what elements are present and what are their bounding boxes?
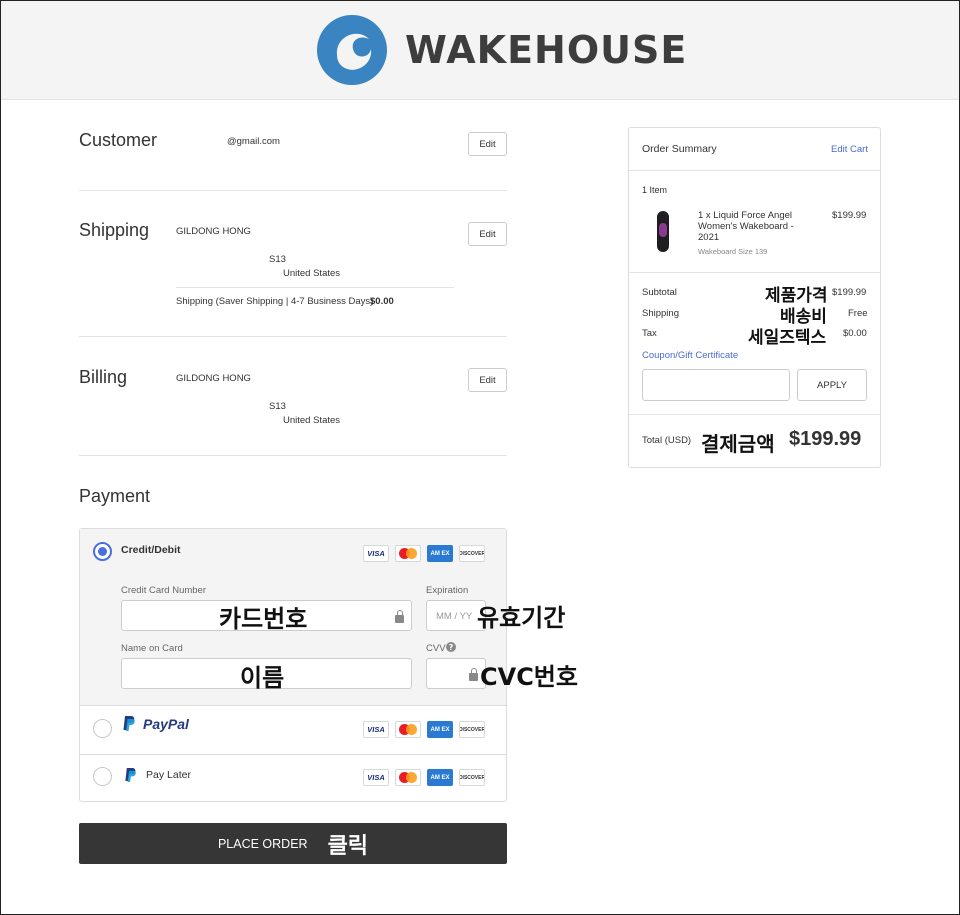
annotation-expiration: 유효기간 xyxy=(477,604,566,632)
expiration-label: Expiration xyxy=(426,585,469,596)
amex-icon: AM EX xyxy=(427,545,453,562)
credit-debit-option: Credit/Debit VISA AM EX DISCOVER Credit … xyxy=(80,529,506,706)
divider xyxy=(629,170,880,171)
shipping-method-price: $0.00 xyxy=(370,296,394,307)
mastercard-icon xyxy=(395,769,421,786)
divider xyxy=(176,287,454,288)
checkout-page: WAKEHOUSE Customer @gmail.com Edit Shipp… xyxy=(0,0,960,915)
divider xyxy=(80,754,506,755)
shipping-method: Shipping (Saver Shipping | 4-7 Business … xyxy=(176,296,374,307)
paypal-radio[interactable] xyxy=(93,719,112,738)
divider xyxy=(79,190,507,191)
cvv-input[interactable] xyxy=(426,658,486,689)
mastercard-icon xyxy=(395,721,421,738)
subtotal-value: $199.99 xyxy=(832,287,867,298)
billing-address: S13 xyxy=(269,401,286,412)
discover-icon: DISCOVER xyxy=(459,769,485,786)
item-price: $199.99 xyxy=(832,210,867,221)
credit-debit-radio[interactable] xyxy=(93,542,112,561)
wave-logo-icon[interactable] xyxy=(317,15,387,85)
billing-edit-button[interactable]: Edit xyxy=(468,368,507,392)
customer-email: @gmail.com xyxy=(227,136,280,147)
coupon-link[interactable]: Coupon/Gift Certificate xyxy=(642,350,738,361)
shipping-address: S13 xyxy=(269,254,286,265)
annotation-total: 결제금액 xyxy=(701,432,775,456)
paypal-logo-icon xyxy=(122,715,136,732)
brand-name[interactable]: WAKEHOUSE xyxy=(405,28,687,72)
apply-button[interactable]: APPLY xyxy=(797,369,867,401)
visa-icon: VISA xyxy=(363,769,389,786)
summary-title: Order Summary xyxy=(642,143,717,155)
paylater-label[interactable]: Pay Later xyxy=(146,769,191,781)
visa-icon: VISA xyxy=(363,545,389,562)
subtotal-label: Subtotal xyxy=(642,287,677,298)
place-order-button[interactable]: PLACE ORDER 클릭 xyxy=(79,823,507,864)
tax-value: $0.00 xyxy=(843,328,867,339)
amex-icon: AM EX xyxy=(427,769,453,786)
name-on-card-label: Name on Card xyxy=(121,643,183,654)
shipping-label: Shipping xyxy=(642,308,679,319)
paylater-radio[interactable] xyxy=(93,767,112,786)
discover-icon: DISCOVER xyxy=(459,545,485,562)
paypal-logo-icon xyxy=(124,767,137,783)
item-option: Wakeboard Size 139 xyxy=(698,247,768,256)
site-header: WAKEHOUSE xyxy=(1,1,959,100)
help-icon[interactable]: ? xyxy=(446,642,456,652)
expiration-placeholder: MM / YY xyxy=(436,611,473,622)
discover-icon: DISCOVER xyxy=(459,721,485,738)
shipping-country: United States xyxy=(283,268,341,279)
credit-debit-label[interactable]: Credit/Debit xyxy=(121,544,181,556)
billing-country: United States xyxy=(283,415,341,426)
annotation-click: 클릭 xyxy=(327,833,369,859)
lock-icon xyxy=(469,668,478,681)
paypal-label[interactable]: PayPal xyxy=(143,716,189,732)
annotation-card-number: 카드번호 xyxy=(219,605,308,633)
shipping-name: GILDONG HONG xyxy=(176,226,251,237)
annotation-cvc: CVC번호 xyxy=(480,663,578,691)
customer-title: Customer xyxy=(79,130,158,150)
customer-edit-button[interactable]: Edit xyxy=(468,132,507,156)
lock-icon xyxy=(395,610,404,623)
tax-label: Tax xyxy=(642,328,657,339)
card-icons: VISA AM EX DISCOVER xyxy=(363,721,485,738)
card-icons: VISA AM EX DISCOVER xyxy=(363,769,485,786)
billing-title: Billing xyxy=(79,367,128,387)
total-label: Total (USD) xyxy=(642,435,692,446)
divider xyxy=(79,336,507,337)
shipping-value: Free xyxy=(848,308,868,319)
item-count: 1 Item xyxy=(642,185,668,195)
annotation-name: 이름 xyxy=(240,664,285,692)
visa-icon: VISA xyxy=(363,721,389,738)
payment-methods: Credit/Debit VISA AM EX DISCOVER Credit … xyxy=(79,528,507,802)
payment-title: Payment xyxy=(79,486,151,506)
divider xyxy=(629,272,880,273)
billing-name: GILDONG HONG xyxy=(176,373,251,384)
card-number-label: Credit Card Number xyxy=(121,585,206,596)
amex-icon: AM EX xyxy=(427,721,453,738)
item-name: 1 x Liquid Force Angel Women's Wakeboard… xyxy=(698,210,794,243)
coupon-input[interactable] xyxy=(642,369,790,401)
total-value: $199.99 xyxy=(789,428,862,450)
shipping-title: Shipping xyxy=(79,220,150,240)
shipping-edit-button[interactable]: Edit xyxy=(468,222,507,246)
divider xyxy=(79,455,507,456)
mastercard-icon xyxy=(395,545,421,562)
product-thumbnail xyxy=(657,211,669,252)
order-summary: Order Summary Edit Cart 1 Item 1 x Liqui… xyxy=(628,127,881,468)
divider xyxy=(629,414,880,415)
edit-cart-link[interactable]: Edit Cart xyxy=(831,144,868,155)
place-order-label: PLACE ORDER xyxy=(217,836,308,851)
cvv-label: CVV xyxy=(426,643,446,654)
card-icons: VISA AM EX DISCOVER xyxy=(363,545,485,562)
annotation-sales-tax: 세일즈텍스 xyxy=(748,328,827,348)
